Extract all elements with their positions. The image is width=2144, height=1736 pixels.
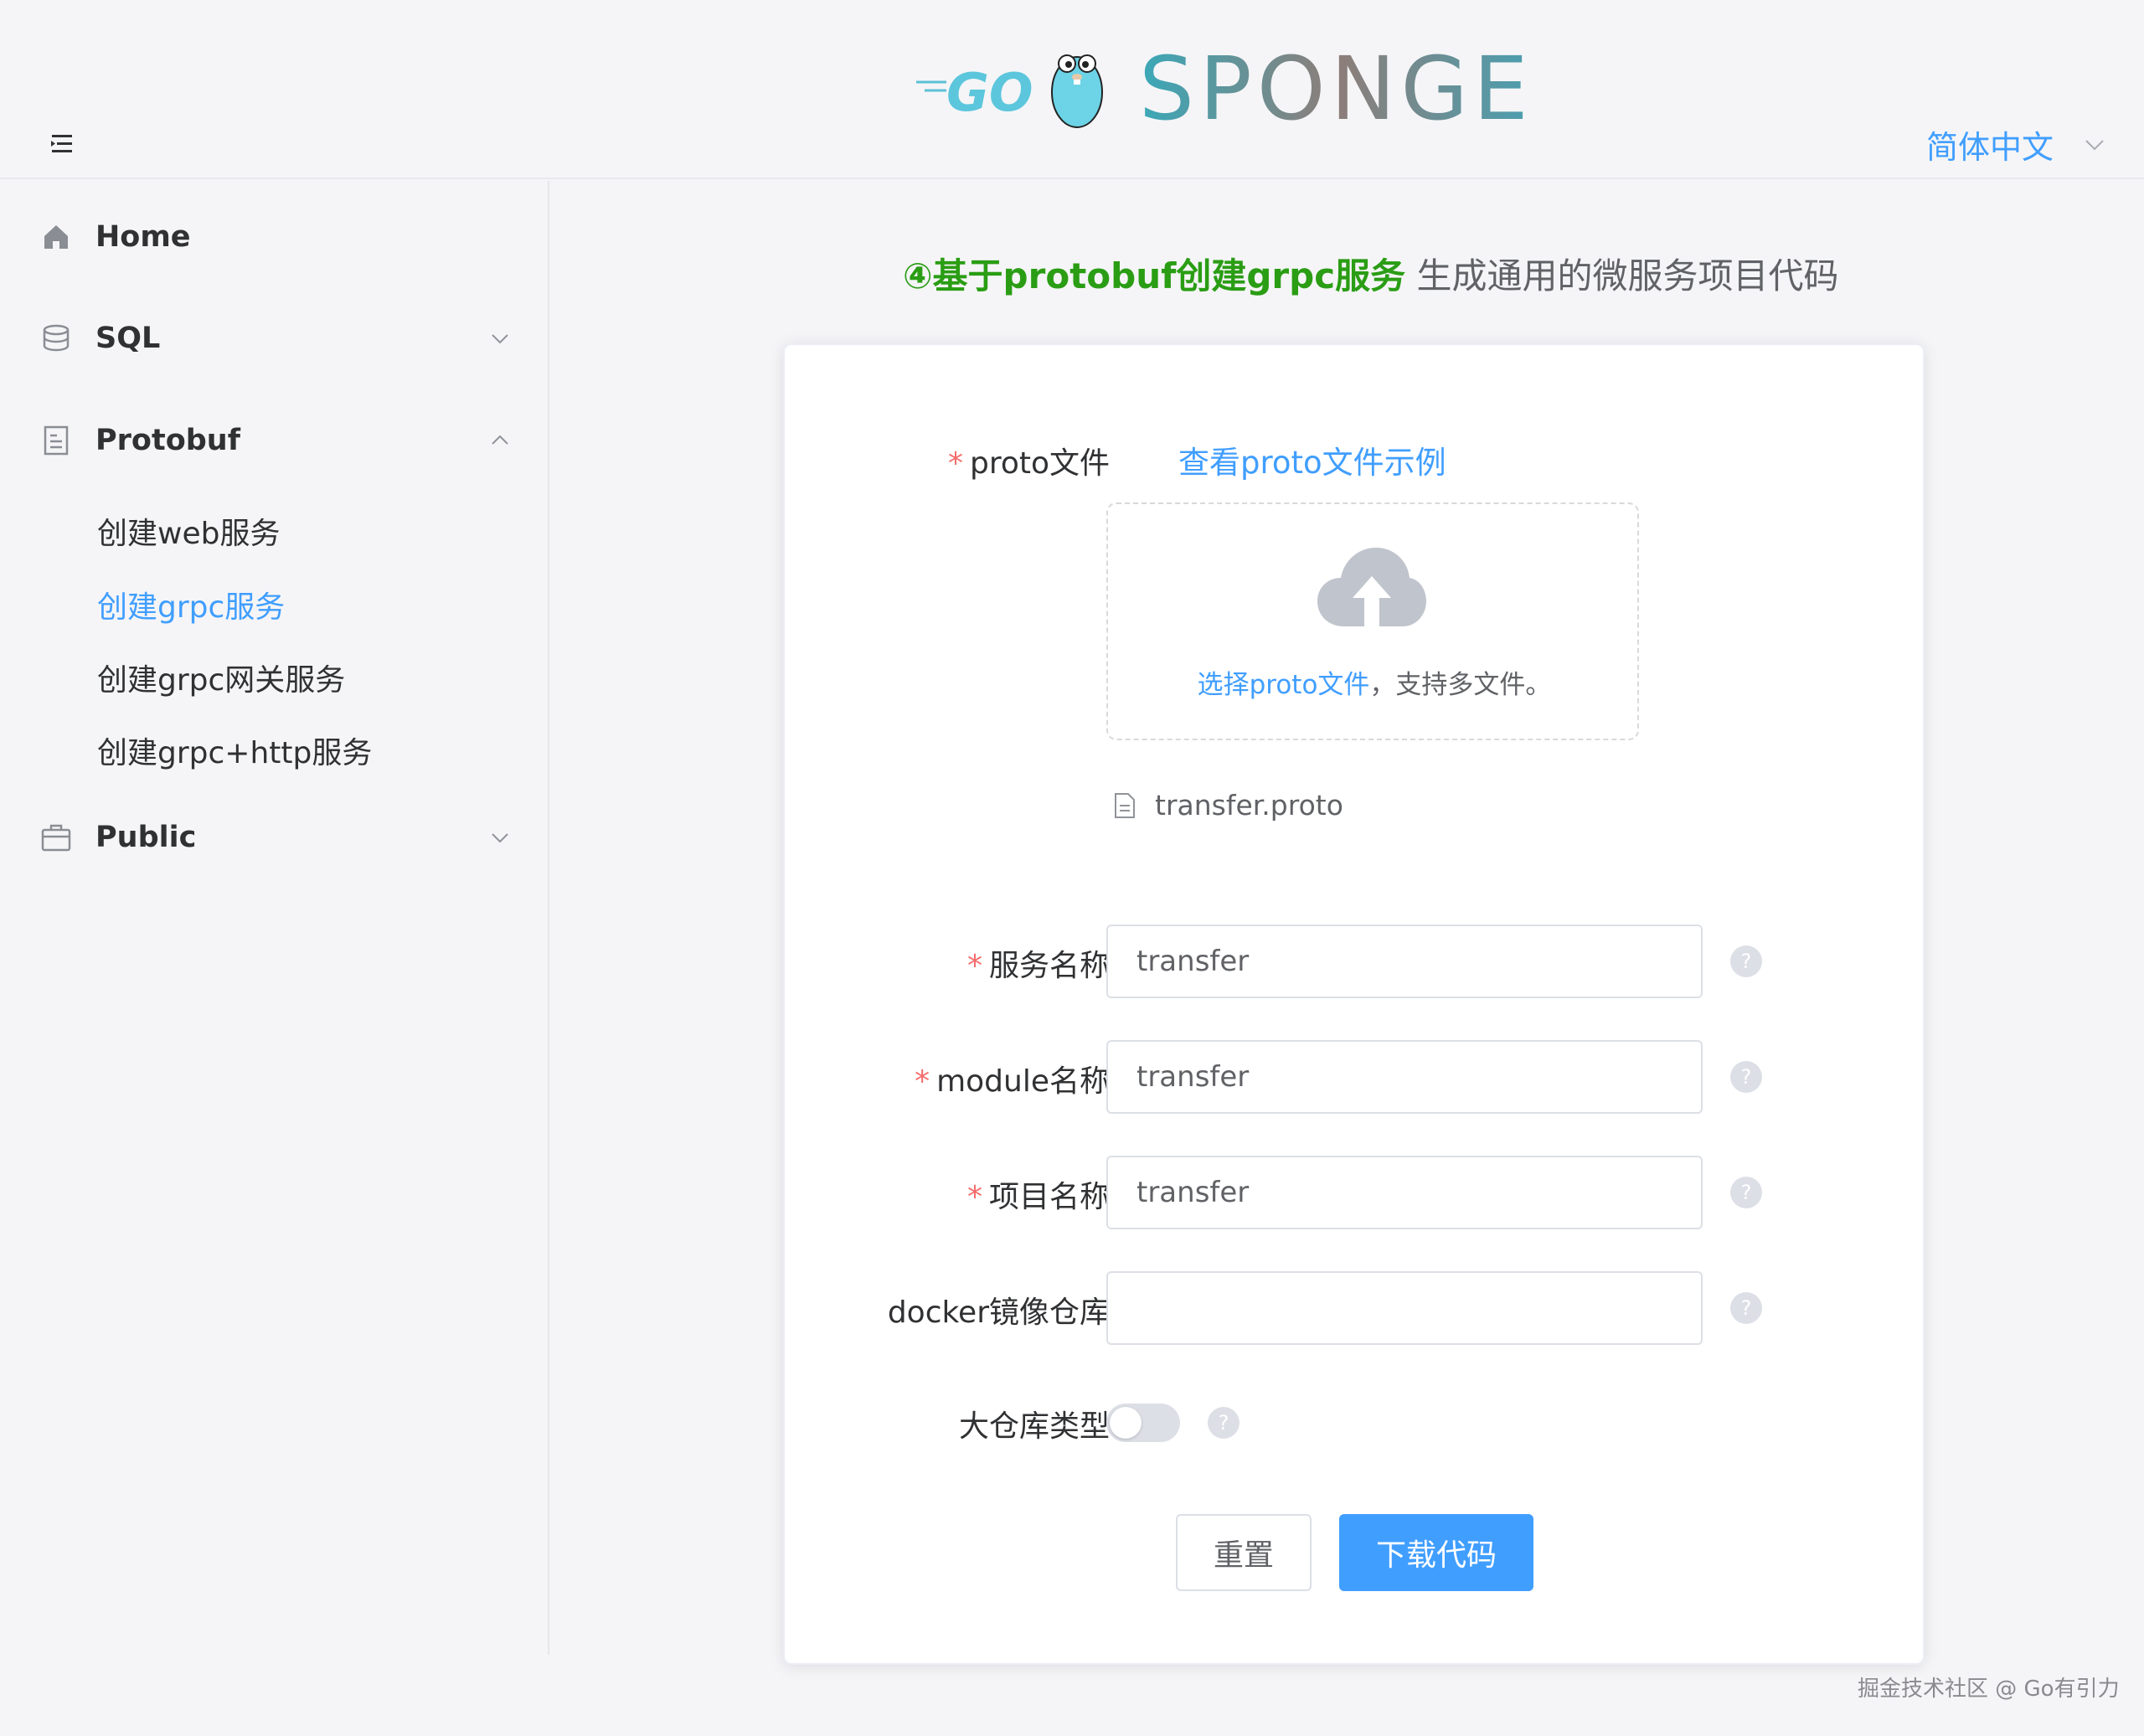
- chevron-down-icon: [492, 334, 508, 344]
- docker-repo-input[interactable]: [1106, 1271, 1703, 1345]
- briefcase-icon: [41, 824, 71, 852]
- project-name-input[interactable]: transfer: [1106, 1156, 1703, 1229]
- module-name-input[interactable]: transfer: [1106, 1040, 1703, 1114]
- file-icon: [1115, 792, 1135, 818]
- home-icon: [44, 225, 68, 249]
- help-icon[interactable]: ?: [1729, 1176, 1763, 1209]
- svg-text:?: ?: [1741, 950, 1752, 973]
- required-mark: *: [966, 949, 982, 983]
- proto-file-label: * proto文件: [947, 446, 1110, 481]
- database-icon: [43, 324, 70, 352]
- proto-upload-dropzone[interactable]: 选择proto文件，支持多文件。: [1106, 502, 1639, 740]
- project-name-label: * 项目名称: [966, 1180, 1110, 1214]
- chevron-up-icon: [492, 435, 508, 445]
- sidebar-subitem-create-grpc-gateway[interactable]: 创建grpc网关服务: [97, 652, 345, 703]
- sidebar-item-label: Home: [95, 220, 191, 254]
- sidebar-item-label: Protobuf: [95, 424, 240, 457]
- svg-text:?: ?: [1741, 1181, 1752, 1204]
- switch-knob: [1110, 1407, 1142, 1439]
- document-icon: [44, 425, 69, 456]
- help-icon[interactable]: ?: [1207, 1406, 1240, 1440]
- docker-repo-label: docker镜像仓库: [887, 1296, 1110, 1330]
- sidebar-item-protobuf[interactable]: Protobuf: [0, 407, 549, 474]
- required-mark: *: [915, 1064, 930, 1099]
- svg-text:?: ?: [1741, 1065, 1752, 1089]
- language-select[interactable]: 简体中文: [1926, 121, 2105, 167]
- svg-text:?: ?: [1741, 1296, 1752, 1320]
- monorepo-type-label: 大仓库类型: [958, 1409, 1110, 1444]
- watermark: 掘金技术社区 @ Go有引力: [1858, 1677, 2120, 1702]
- page-title: ④基于protobuf创建grpc服务 生成通用的微服务项目代码: [903, 248, 1838, 299]
- sidebar-item-label: Public: [95, 821, 197, 854]
- download-code-button[interactable]: 下载代码: [1339, 1514, 1533, 1591]
- language-label: 简体中文: [1926, 129, 2054, 166]
- monorepo-switch[interactable]: [1106, 1404, 1180, 1442]
- form-card: * proto文件 查看proto文件示例 选择proto文件，支持多文件。 tr…: [783, 343, 1925, 1665]
- logo-sponge-text: SPONGE: [1139, 42, 1533, 140]
- sidebar-subitem-create-grpc[interactable]: 创建grpc服务: [97, 580, 285, 630]
- page-title-highlight: ④基于protobuf创建grpc服务: [903, 255, 1406, 296]
- help-icon[interactable]: ?: [1729, 1060, 1763, 1094]
- help-icon[interactable]: ?: [1729, 1291, 1763, 1325]
- sidebar-subitem-create-grpc-http[interactable]: 创建grpc+http服务: [97, 725, 372, 775]
- chevron-down-icon: [492, 833, 508, 843]
- cloud-upload-icon: [1317, 548, 1426, 626]
- sidebar-subitem-create-web[interactable]: 创建web服务: [97, 506, 280, 556]
- svg-text:?: ?: [1219, 1411, 1229, 1435]
- logo-go-text: GO: [946, 62, 1033, 123]
- sponge-logo[interactable]: GO SPONGE: [913, 38, 1549, 142]
- help-icon[interactable]: ?: [1729, 945, 1763, 978]
- top-header: GO SPONGE 简体中文: [0, 0, 2144, 179]
- uploaded-file-item[interactable]: transfer.proto: [1113, 789, 1343, 822]
- sidebar-item-sql[interactable]: SQL: [0, 305, 549, 372]
- service-name-input[interactable]: transfer: [1106, 925, 1703, 998]
- required-mark: *: [947, 446, 963, 481]
- required-mark: *: [966, 1180, 982, 1214]
- reset-button[interactable]: 重置: [1176, 1514, 1312, 1591]
- sidebar-item-label: SQL: [95, 322, 161, 355]
- upload-select-link[interactable]: 选择proto文件: [1198, 670, 1370, 700]
- menu-fold-icon[interactable]: [49, 132, 75, 156]
- sidebar-item-public[interactable]: Public: [0, 804, 549, 871]
- module-name-label: * module名称: [915, 1064, 1110, 1099]
- upload-hint: 选择proto文件，支持多文件。: [1197, 670, 1552, 700]
- sidebar-item-home[interactable]: Home: [0, 203, 549, 270]
- view-proto-example-link[interactable]: 查看proto文件示例: [1178, 437, 1446, 482]
- sidebar: Home SQL Protobuf 创建web服务 创建grpc服务 创建grp…: [0, 181, 549, 1655]
- chevron-down-icon: [2085, 139, 2104, 150]
- service-name-label: * 服务名称: [966, 949, 1110, 983]
- page-title-description: 生成通用的微服务项目代码: [1405, 255, 1839, 296]
- uploaded-file-name: transfer.proto: [1155, 789, 1343, 822]
